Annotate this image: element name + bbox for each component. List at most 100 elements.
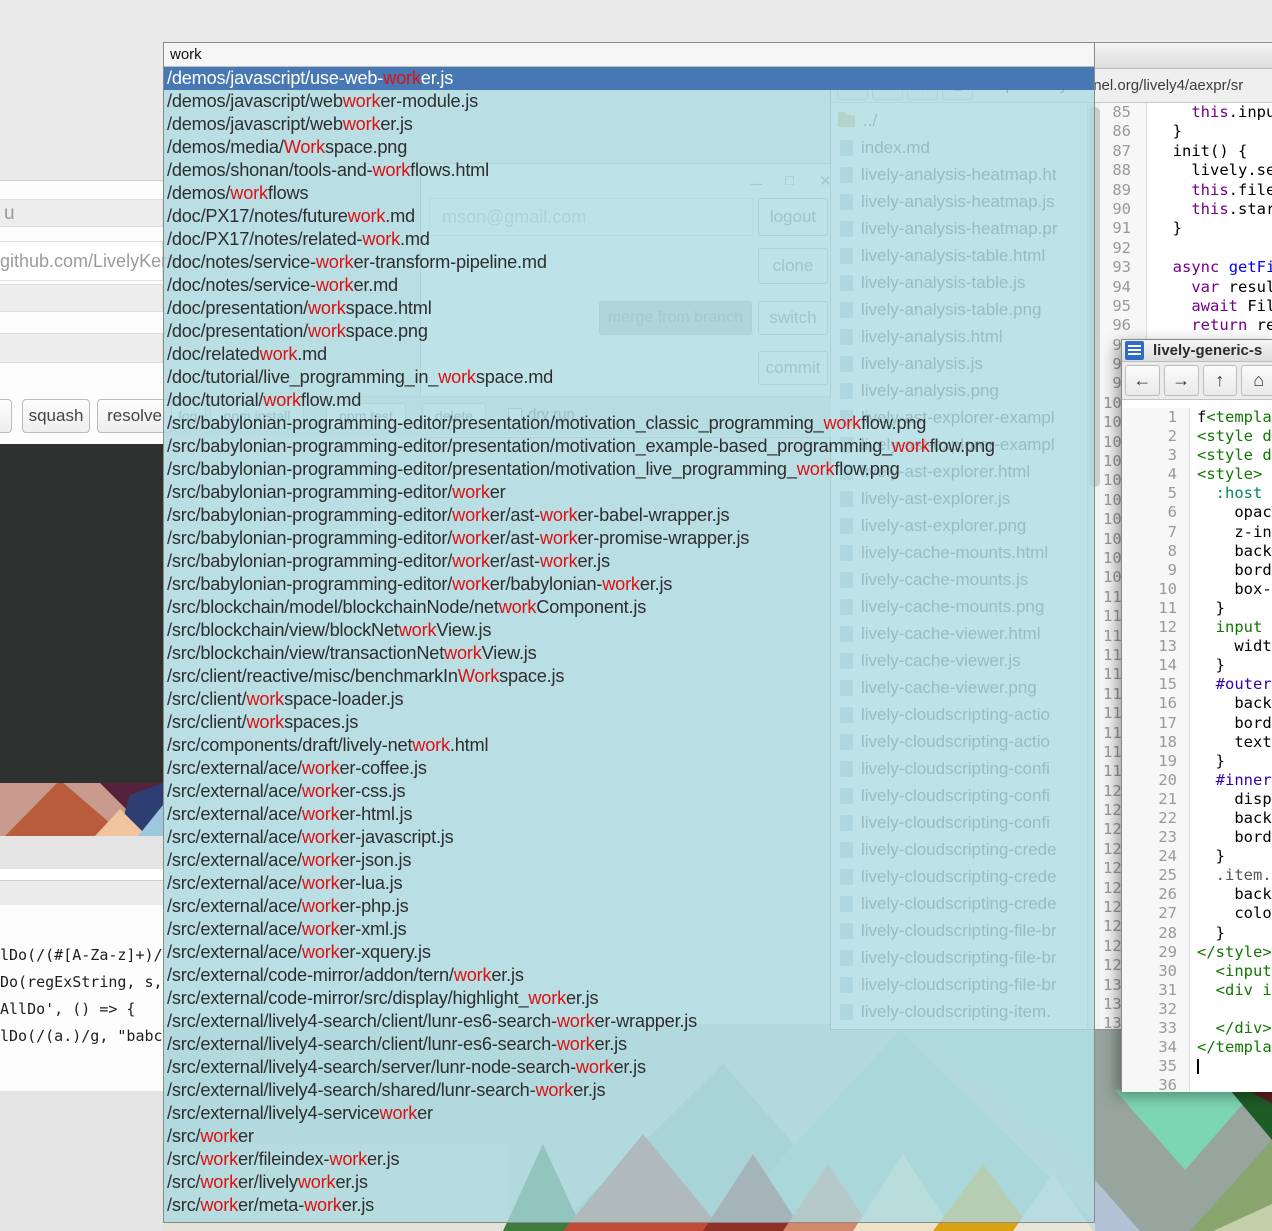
username-field[interactable]: u [0,199,163,227]
search-result-row[interactable]: /src/external/ace/worker-css.js [164,780,1094,803]
search-result-row[interactable]: /src/worker [164,1125,1094,1148]
search-result-row[interactable]: /src/external/ace/worker-lua.js [164,872,1094,895]
line-number: 12 [1122,618,1190,637]
search-result-row[interactable]: /demos/javascript/webworker-module.js [164,90,1094,113]
line-number: 11 [1122,599,1190,618]
search-result-row[interactable]: /src/external/lively4-serviceworker [164,1102,1094,1125]
line-number: 30 [1122,962,1190,981]
search-result-row[interactable]: /src/client/workspaces.js [164,711,1094,734]
search-result-row[interactable]: /src/babylonian-programming-editor/worke… [164,550,1094,573]
search-result-row[interactable]: /src/blockchain/view/transactionNetworkV… [164,642,1094,665]
search-result-row[interactable]: /src/external/ace/worker-php.js [164,895,1094,918]
input-field[interactable] [0,284,163,312]
line-number: 1 [1122,408,1190,427]
line-number: 14 [1122,656,1190,675]
line-number: 33 [1122,1019,1190,1038]
line-number: 16 [1122,694,1190,713]
search-result-row[interactable]: /doc/presentation/workspace.html [164,297,1094,320]
line-number: 19 [1122,752,1190,771]
line-number: 25 [1122,866,1190,885]
search-result-row[interactable]: /src/external/ace/worker-xml.js [164,918,1094,941]
search-result-row[interactable]: /src/babylonian-programming-editor/worke… [164,481,1094,504]
search-result-row[interactable]: /src/client/reactive/misc/benchmarkInWor… [164,665,1094,688]
repo-url-field[interactable]: github.com/LivelyKern [0,241,163,281]
search-result-row[interactable]: /src/babylonian-programming-editor/prese… [164,435,1094,458]
search-result-row[interactable]: /src/babylonian-programming-editor/prese… [164,458,1094,481]
search-result-row[interactable]: /src/worker/livelyworker.js [164,1171,1094,1194]
search-result-row[interactable]: /doc/tutorial/live_programming_in_worksp… [164,366,1094,389]
search-result-row[interactable]: /src/babylonian-programming-editor/worke… [164,573,1094,596]
line-number: 94 [1100,278,1147,297]
line-number: 13 [1122,637,1190,656]
line-number: 5 [1122,484,1190,503]
search-result-row[interactable]: /demos/workflows [164,182,1094,205]
window-titlebar[interactable]: lively-generic-s [1122,340,1272,362]
search-result-row[interactable]: /src/babylonian-programming-editor/worke… [164,504,1094,527]
search-result-row[interactable]: /src/external/code-mirror/src/display/hi… [164,987,1094,1010]
line-number: 4 [1122,465,1190,484]
line-number: 22 [1122,809,1190,828]
search-result-row[interactable]: /src/worker/fileindex-worker.js [164,1148,1094,1171]
menu-icon[interactable] [1125,341,1144,360]
search-result-row[interactable]: /doc/notes/service-worker.md [164,274,1094,297]
line-number: 18 [1122,733,1190,752]
search-result-row[interactable]: /doc/tutorial/workflow.md [164,389,1094,412]
search-result-row[interactable]: /src/external/ace/worker-html.js [164,803,1094,826]
forward-button[interactable]: → [1164,365,1199,396]
search-result-row[interactable]: /src/blockchain/view/blockNetworkView.js [164,619,1094,642]
search-result-row[interactable]: /demos/javascript/use-web-worker.js [164,67,1094,90]
search-result-row[interactable]: /src/external/code-mirror/addon/tern/wor… [164,964,1094,987]
search-result-row[interactable]: /src/client/workspace-loader.js [164,688,1094,711]
line-number: 2 [1122,427,1190,446]
search-result-row[interactable]: /src/external/ace/worker-coffee.js [164,757,1094,780]
input-field[interactable] [0,333,163,363]
code-line: Do(regExString, s, [0,973,163,991]
code-editor[interactable]: 1f<templat2<style da3<style da4<style>5 … [1122,400,1272,1092]
search-result-row[interactable]: /src/external/ace/worker-javascript.js [164,826,1094,849]
line-number: 17 [1122,714,1190,733]
up-button[interactable]: ↑ [1203,365,1238,396]
line-number: 26 [1122,885,1190,904]
resolve-button[interactable]: resolve [97,399,172,433]
line-number: 10 [1122,580,1190,599]
search-input[interactable] [164,43,1094,67]
search-result-row[interactable]: /doc/PX17/notes/related-work.md [164,228,1094,251]
line-number: 93 [1100,258,1147,277]
line-number: 36 [1122,1076,1190,1092]
search-results-list: /demos/javascript/use-web-worker.js/demo… [164,67,1094,1221]
search-result-row[interactable]: /src/blockchain/model/blockchainNode/net… [164,596,1094,619]
clipped-button[interactable]: f [0,399,12,433]
search-result-row[interactable]: /src/external/ace/worker-json.js [164,849,1094,872]
file-search-overlay: /demos/javascript/use-web-worker.js/demo… [163,42,1095,1223]
back-button[interactable]: ← [1125,365,1160,396]
search-result-row[interactable]: /src/external/ace/worker-xquery.js [164,941,1094,964]
search-result-row[interactable]: /src/components/draft/lively-network.htm… [164,734,1094,757]
search-result-row[interactable]: /demos/shonan/tools-and-workflows.html [164,159,1094,182]
home-button[interactable]: ⌂ [1241,365,1272,396]
dark-panel [0,444,163,783]
forward-arrow-icon: → [1172,370,1190,390]
up-arrow-icon: ↑ [1215,370,1224,390]
search-result-row[interactable]: /doc/PX17/notes/futurework.md [164,205,1094,228]
search-result-row[interactable]: /demos/media/Workspace.png [164,136,1094,159]
line-number: 91 [1100,219,1147,238]
search-result-row[interactable]: /src/external/lively4-search/client/lunr… [164,1010,1094,1033]
line-number: 23 [1122,828,1190,847]
line-number: 35 [1122,1057,1190,1076]
desktop: { "search_overlay": { "query": "work", "… [0,0,1272,1231]
line-number: 86 [1100,122,1147,141]
search-result-row[interactable]: /src/worker/meta-worker.js [164,1194,1094,1217]
search-result-row[interactable]: /src/babylonian-programming-editor/worke… [164,527,1094,550]
window-title: lively-generic-s [1153,342,1262,359]
search-result-row[interactable]: /doc/notes/service-worker-transform-pipe… [164,251,1094,274]
squash-button[interactable]: squash [22,399,90,433]
search-result-row[interactable]: /doc/presentation/workspace.png [164,320,1094,343]
search-result-row[interactable]: /doc/relatedwork.md [164,343,1094,366]
search-result-row[interactable]: /src/external/lively4-search/server/lunr… [164,1056,1094,1079]
line-number: 89 [1100,181,1147,200]
search-result-row[interactable]: /src/external/lively4-search/shared/lunr… [164,1079,1094,1102]
search-result-row[interactable]: /src/babylonian-programming-editor/prese… [164,412,1094,435]
line-number: 95 [1100,297,1147,316]
search-result-row[interactable]: /demos/javascript/webworker.js [164,113,1094,136]
search-result-row[interactable]: /src/external/lively4-search/client/lunr… [164,1033,1094,1056]
